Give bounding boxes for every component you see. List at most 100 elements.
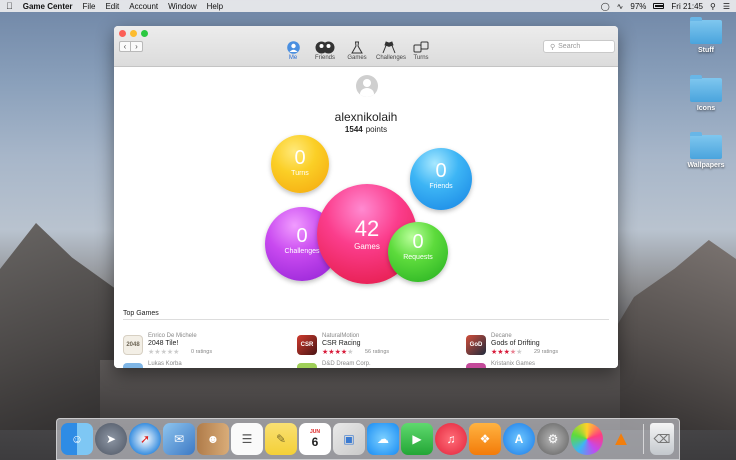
close-button[interactable] bbox=[119, 30, 126, 37]
search-placeholder: Search bbox=[558, 43, 581, 50]
dock-contacts[interactable]: ☻ bbox=[197, 423, 229, 455]
star-rating: ★★★★★ bbox=[148, 348, 179, 356]
tab-label: Games bbox=[347, 55, 367, 61]
tab-friends[interactable]: Friends bbox=[312, 40, 338, 61]
menu-account[interactable]: Account bbox=[129, 2, 158, 11]
avatar[interactable] bbox=[356, 75, 378, 97]
dock: ☺ ➤ ➚ ✉ ☻ ☰ ✎ JUN 6 ▣ ☁ ▶ ♫ ❖ A ⚙ ▲ ⌫ bbox=[56, 418, 680, 460]
tab-challenges[interactable]: Challenges bbox=[376, 40, 407, 61]
dock-game-center[interactable] bbox=[571, 423, 603, 455]
dock-messages[interactable]: ☁ bbox=[367, 423, 399, 455]
dock-facetime[interactable]: ▶ bbox=[401, 423, 433, 455]
menu-edit[interactable]: Edit bbox=[105, 2, 119, 11]
points-value: 1544 bbox=[344, 125, 363, 134]
me-page: alexnikolaih 1544 points 0 Turns 0 Friend… bbox=[114, 67, 618, 368]
search-icon: ⚲ bbox=[550, 43, 556, 51]
dock-notes[interactable]: ✎ bbox=[265, 423, 297, 455]
menu-file[interactable]: File bbox=[83, 2, 96, 11]
contacts-icon: ☻ bbox=[206, 432, 220, 446]
requests-label: Requests bbox=[403, 254, 433, 261]
desktop-folder-wallpapers[interactable]: Wallpapers bbox=[684, 132, 728, 169]
speech-bubble-icon: ☁ bbox=[377, 432, 389, 446]
dock-vlc[interactable]: ▲ bbox=[605, 423, 637, 455]
tab-turns[interactable]: Turns bbox=[408, 40, 434, 61]
tab-label: Turns bbox=[413, 55, 429, 61]
desktop-folder-stuff[interactable]: Stuff bbox=[684, 17, 728, 54]
menu-bar:  Game Center File Edit Account Window H… bbox=[0, 0, 736, 12]
requests-count: 0 bbox=[412, 231, 424, 253]
game-item[interactable]: D&D Dream Corp. bbox=[297, 361, 447, 368]
star-rating: ★★★★★ bbox=[322, 348, 353, 356]
dock-trash[interactable]: ⌫ bbox=[650, 423, 674, 455]
challenges-icon bbox=[382, 40, 396, 53]
star-icon: ★ bbox=[503, 349, 510, 356]
game-item[interactable]: Lukas Korba bbox=[123, 361, 273, 368]
ratings-count: 56 ratings bbox=[365, 349, 390, 355]
back-button[interactable]: ‹ bbox=[119, 41, 131, 52]
tab-games[interactable]: Games bbox=[344, 40, 370, 61]
game-developer: Enrico De Michele bbox=[148, 333, 197, 339]
notification-center-icon[interactable]: ☰ bbox=[723, 2, 730, 11]
dock-itunes[interactable]: ♫ bbox=[435, 423, 467, 455]
menu-window[interactable]: Window bbox=[168, 2, 196, 11]
minimize-button[interactable] bbox=[130, 30, 137, 37]
spotlight-icon[interactable]: ⚲ bbox=[710, 2, 716, 11]
dock-mail[interactable]: ✉ bbox=[163, 423, 195, 455]
video-camera-icon: ▶ bbox=[412, 432, 422, 446]
friends-bubble[interactable]: 0 Friends bbox=[410, 148, 472, 210]
menu-app-name[interactable]: Game Center bbox=[23, 2, 73, 11]
preview-icon: ▣ bbox=[343, 432, 355, 446]
dock-app-store[interactable]: A bbox=[503, 423, 535, 455]
points-line: 1544 points bbox=[114, 125, 618, 134]
game-developer: Kristanix Games bbox=[491, 361, 536, 367]
calendar-day: 6 bbox=[311, 435, 319, 449]
game-item[interactable]: 2048 Enrico De Michele 2048 Tile! ★★★★★ … bbox=[123, 333, 273, 359]
ratings-count: 29 ratings bbox=[534, 349, 559, 355]
desktop-folder-label: Icons bbox=[696, 105, 716, 112]
user-icon[interactable]: ◯ bbox=[601, 2, 610, 11]
dock-launchpad[interactable]: ➤ bbox=[95, 423, 127, 455]
game-name: Gods of Drifting bbox=[491, 340, 540, 347]
folder-icon bbox=[690, 75, 722, 102]
dock-reminders[interactable]: ☰ bbox=[231, 423, 263, 455]
divider bbox=[123, 319, 609, 320]
notes-icon: ✎ bbox=[275, 432, 287, 446]
clock[interactable]: Fri 21:45 bbox=[671, 2, 703, 11]
username: alexnikolaih bbox=[334, 110, 398, 124]
menu-help[interactable]: Help bbox=[207, 2, 223, 11]
dock-finder[interactable]: ☺ bbox=[61, 423, 93, 455]
compass-icon: ➚ bbox=[139, 432, 151, 446]
book-icon: ❖ bbox=[479, 432, 491, 446]
friends-count: 0 bbox=[435, 160, 447, 182]
tab-label: Friends bbox=[314, 55, 335, 61]
battery-icon[interactable] bbox=[653, 3, 665, 9]
dock-safari[interactable]: ➚ bbox=[129, 423, 161, 455]
game-2048-icon: 2048 bbox=[123, 335, 143, 355]
tab-label: Challenges bbox=[376, 55, 407, 61]
me-icon bbox=[286, 40, 300, 54]
requests-bubble[interactable]: 0 Requests bbox=[388, 222, 448, 282]
zoom-button[interactable] bbox=[141, 30, 148, 37]
games-icon bbox=[351, 41, 363, 53]
forward-button[interactable]: › bbox=[131, 41, 143, 52]
turns-bubble[interactable]: 0 Turns bbox=[271, 135, 329, 193]
wifi-icon[interactable]: ∿ bbox=[617, 2, 624, 11]
tab-me[interactable]: Me bbox=[280, 40, 306, 61]
dock-calendar[interactable]: JUN 6 bbox=[299, 423, 331, 455]
dock-ibooks[interactable]: ❖ bbox=[469, 423, 501, 455]
apple-menu-icon[interactable]:  bbox=[6, 1, 13, 11]
game-item[interactable]: CSR NaturalMotion CSR Racing ★★★★★ 56 ra… bbox=[297, 333, 447, 359]
game-icon bbox=[123, 363, 143, 368]
menu-bar-status: ◯ ∿ 97% Fri 21:45 ⚲ ☰ bbox=[601, 2, 730, 11]
gear-icon: ⚙ bbox=[547, 432, 559, 446]
desktop-folder-icons[interactable]: Icons bbox=[684, 75, 728, 112]
reminders-icon: ☰ bbox=[241, 432, 253, 446]
finder-icon: ☺ bbox=[70, 432, 84, 446]
dock-system-preferences[interactable]: ⚙ bbox=[537, 423, 569, 455]
search-input[interactable]: ⚲ Search bbox=[543, 40, 615, 53]
game-item[interactable]: Kristanix Games bbox=[466, 361, 616, 368]
desktop-folder-label: Wallpapers bbox=[687, 162, 725, 169]
game-developer: D&D Dream Corp. bbox=[322, 361, 371, 367]
game-item[interactable]: GoD Decane Gods of Drifting ★★★★★ 29 rat… bbox=[466, 333, 616, 359]
dock-preview[interactable]: ▣ bbox=[333, 423, 365, 455]
